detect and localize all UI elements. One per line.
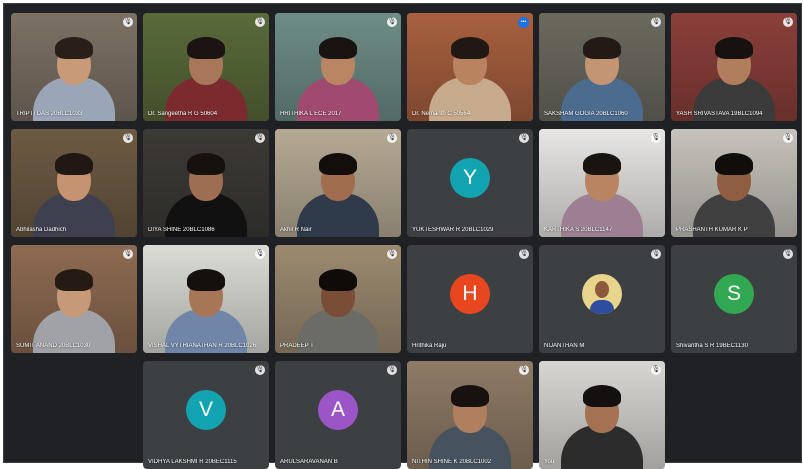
participant-video-figure	[11, 13, 137, 121]
mic-muted-icon: 🎙	[651, 365, 661, 375]
participant-name: NITHIN SHINE K 20BLC1002	[412, 459, 492, 465]
mic-muted-icon: 🎙	[519, 365, 529, 375]
participant-name: HRITHIKA L ECE 2017	[280, 111, 342, 117]
participant-video-figure	[143, 245, 269, 353]
mic-muted-icon: 🎙	[255, 17, 265, 27]
participant-name: Hrithika Raju	[412, 343, 447, 349]
participant-tile[interactable]: H 🎙 Hrithika Raju	[407, 245, 533, 353]
mic-muted-icon: 🎙	[123, 249, 133, 259]
participant-video-figure	[539, 129, 665, 237]
participant-tile[interactable]: 🎙 NIJANTHAN M	[539, 245, 665, 353]
participant-name: Abhilasha Dadhich	[16, 227, 67, 233]
mic-muted-icon: 🎙	[387, 249, 397, 259]
participant-name: TRIPTI DAS 20BLC1033	[16, 111, 83, 117]
mic-muted-icon: 🎙	[255, 249, 265, 259]
mic-muted-icon: 🎙	[255, 365, 265, 375]
participant-name: VIDHYA LAKSHMI R 20BEC1115	[148, 459, 237, 465]
mic-muted-icon: 🎙	[123, 133, 133, 143]
participant-name: KARTHIKA S 20BLC1147	[544, 227, 613, 233]
mic-muted-icon: 🎙	[255, 133, 265, 143]
participant-name: PRASHANTH KUMAR K P	[676, 227, 748, 233]
participant-tile[interactable]: Y 🎙 YUKTESHWAR R 20BLC1029	[407, 129, 533, 237]
participant-video-figure	[143, 13, 269, 121]
avatar: Y	[450, 157, 490, 198]
participant-video-figure	[407, 361, 533, 469]
mic-muted-icon: 🎙	[783, 17, 793, 27]
participant-tile[interactable]: 🎙 DIYA SHINE 20BLC1086	[143, 129, 269, 237]
participant-video-figure	[275, 13, 401, 121]
participant-tile[interactable]: 🎙 YASH SRIVASTAVA 19BLC1094	[671, 13, 797, 121]
participant-tile[interactable]: 🎙 PRADEEP T	[275, 245, 401, 353]
participant-tile[interactable]: 🎙 SUMIT ANAND 20BLC1030	[11, 245, 137, 353]
mic-muted-icon: 🎙	[387, 365, 397, 375]
participant-tile[interactable]: 🎙 HRITHIKA L ECE 2017	[275, 13, 401, 121]
participant-tile[interactable]: 🎙 VISHAL VYTHIANATHAN R 20BLC1026	[143, 245, 269, 353]
participant-video-figure	[275, 129, 401, 237]
participant-video-figure	[11, 245, 137, 353]
participant-name: Dr. Sangeetha R G 50604	[148, 111, 218, 117]
participant-name: Shivaritha S R 19BEC1130	[676, 343, 748, 349]
participant-name: NIJANTHAN M	[544, 343, 585, 349]
participant-name: ARULSARAVANAN B	[280, 459, 338, 465]
participant-tile[interactable]: V 🎙 VIDHYA LAKSHMI R 20BEC1115	[143, 361, 269, 469]
speaking-indicator-icon: •••	[518, 17, 529, 28]
participant-video-figure	[275, 245, 401, 353]
mic-muted-icon: 🎙	[651, 133, 661, 143]
mic-muted-icon: 🎙	[783, 249, 793, 259]
mic-muted-icon: 🎙	[519, 133, 529, 143]
participant-video-figure	[11, 129, 137, 237]
participant-tile[interactable]: 🎙 PRASHANTH KUMAR K P	[671, 129, 797, 237]
participant-name: PRADEEP T	[280, 343, 314, 349]
meeting-grid: 🎙 TRIPTI DAS 20BLC1033 🎙 Dr. Sangeetha R G …	[3, 3, 802, 469]
participant-tile[interactable]: 🎙 You	[539, 361, 665, 469]
participant-name: VISHAL VYTHIANATHAN R 20BLC1026	[148, 343, 257, 349]
participant-video-figure	[671, 129, 797, 237]
mic-muted-icon: 🎙	[651, 17, 661, 27]
avatar: S	[714, 273, 754, 314]
participant-name: Akhil R Nair	[280, 227, 312, 233]
mic-muted-icon: 🎙	[387, 17, 397, 27]
avatar: H	[450, 273, 490, 314]
mic-muted-icon: 🎙	[783, 133, 793, 143]
participant-video-figure	[671, 13, 797, 121]
participant-tile[interactable]: S 🎙 Shivaritha S R 19BEC1130	[671, 245, 797, 353]
participant-tile[interactable]: 🎙 TRIPTI DAS 20BLC1033	[11, 13, 137, 121]
participant-tile[interactable]: 🎙 NITHIN SHINE K 20BLC1002	[407, 361, 533, 469]
participant-tile[interactable]: 🎙 Dr. Sangeetha R G 50604	[143, 13, 269, 121]
participant-tile[interactable]: 🎙 SAKSHAM GOGIA 20BLC1060	[539, 13, 665, 121]
mic-muted-icon: 🎙	[519, 249, 529, 259]
participant-name: YASH SRIVASTAVA 19BLC1094	[676, 111, 763, 117]
mic-muted-icon: 🎙	[387, 133, 397, 143]
participant-name: SUMIT ANAND 20BLC1030	[16, 343, 91, 349]
participant-name: Dr. Nemanth C 50564	[412, 111, 471, 117]
participant-video-figure	[539, 361, 665, 469]
avatar: V	[186, 389, 226, 430]
participant-video-figure	[407, 13, 533, 121]
participant-tile[interactable]: 🎙 Akhil R Nair	[275, 129, 401, 237]
participant-video-figure	[539, 13, 665, 121]
participant-tile[interactable]: 🎙 Abhilasha Dadhich	[11, 129, 137, 237]
participant-name: You	[544, 459, 555, 465]
mic-muted-icon: 🎙	[651, 249, 661, 259]
avatar: A	[318, 389, 358, 430]
participant-tile[interactable]: ••• Dr. Nemanth C 50564	[407, 13, 533, 121]
mic-muted-icon: 🎙	[123, 17, 133, 27]
participant-tile[interactable]: A 🎙 ARULSARAVANAN B	[275, 361, 401, 469]
avatar	[582, 273, 622, 314]
participant-name: YUKTESHWAR R 20BLC1029	[412, 227, 494, 233]
participant-video-figure	[143, 129, 269, 237]
participant-name: SAKSHAM GOGIA 20BLC1060	[544, 111, 628, 117]
participant-tile[interactable]: 🎙 KARTHIKA S 20BLC1147	[539, 129, 665, 237]
participant-name: DIYA SHINE 20BLC1086	[148, 227, 215, 233]
